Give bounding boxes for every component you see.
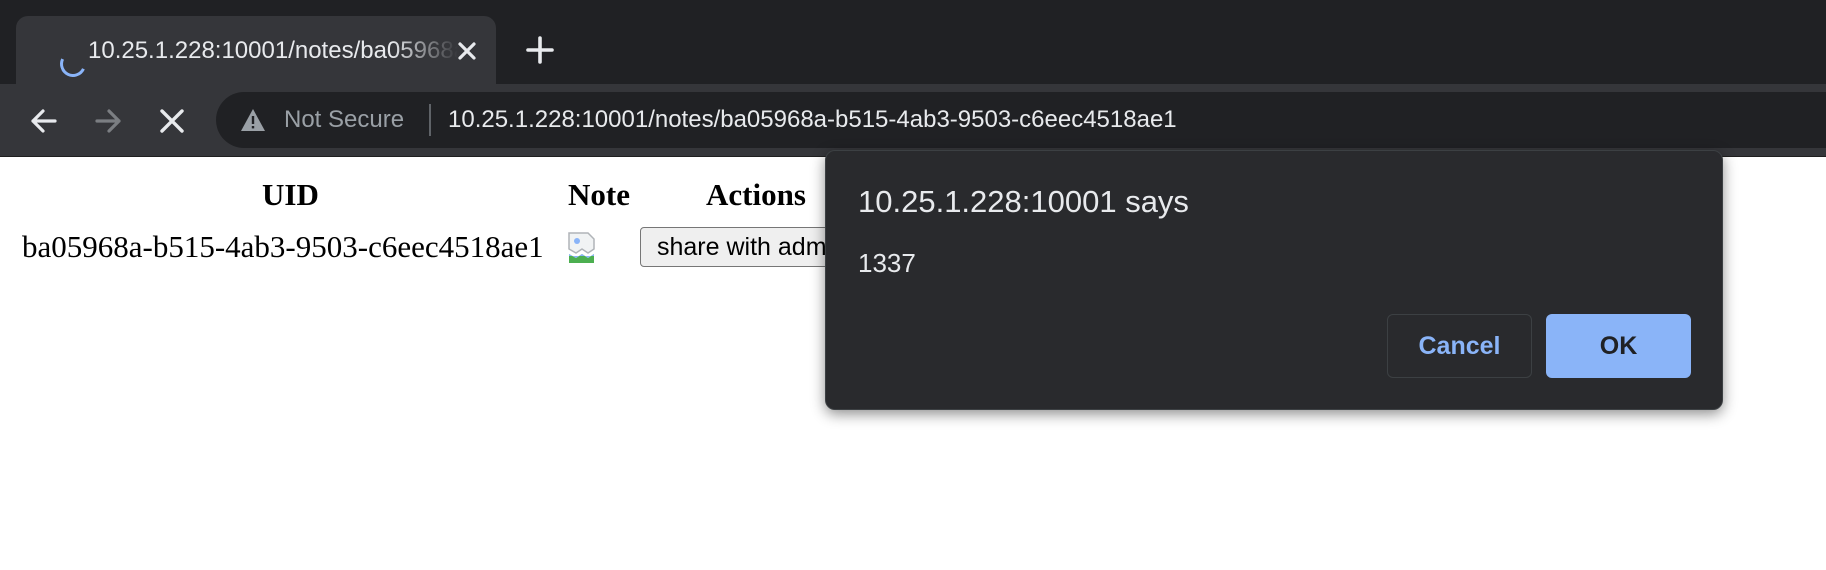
note-uid-cell: ba05968a-b515-4ab3-9503-c6eec4518ae1 [22,229,544,264]
omnibox-divider [429,104,431,136]
close-icon[interactable] [450,34,484,68]
broken-image-icon [568,232,600,264]
plus-icon[interactable] [520,30,560,70]
column-header-actions: Actions [706,177,806,212]
dialog-title: 10.25.1.228:10001 says [858,184,1189,219]
url-text[interactable]: 10.25.1.228:10001/notes/ba05968a-b515-4a… [448,105,1177,135]
forward-arrow-icon[interactable] [88,101,128,141]
cancel-button[interactable]: Cancel [1387,314,1532,378]
tab-strip: 10.25.1.228:10001/notes/ba05968a-b515-4a… [0,0,1826,84]
back-arrow-icon[interactable] [24,101,64,141]
stop-loading-icon[interactable] [152,101,192,141]
browser-toolbar: Not Secure 10.25.1.228:10001/notes/ba059… [0,84,1826,157]
column-header-uid: UID [262,177,319,212]
loading-spinner-icon [56,47,90,81]
column-header-note: Note [568,177,630,212]
alert-dialog: 10.25.1.228:10001 says 1337 Cancel OK [825,150,1723,410]
address-bar[interactable]: Not Secure 10.25.1.228:10001/notes/ba059… [216,92,1826,148]
security-status-label[interactable]: Not Secure [284,105,404,135]
warning-triangle-icon[interactable] [240,107,266,133]
browser-tab[interactable]: 10.25.1.228:10001/notes/ba05968a-b515-4a… [16,16,496,84]
ok-button[interactable]: OK [1546,314,1691,378]
tab-title: 10.25.1.228:10001/notes/ba05968a-b515-4a… [88,37,458,64]
dialog-message: 1337 [858,248,916,278]
